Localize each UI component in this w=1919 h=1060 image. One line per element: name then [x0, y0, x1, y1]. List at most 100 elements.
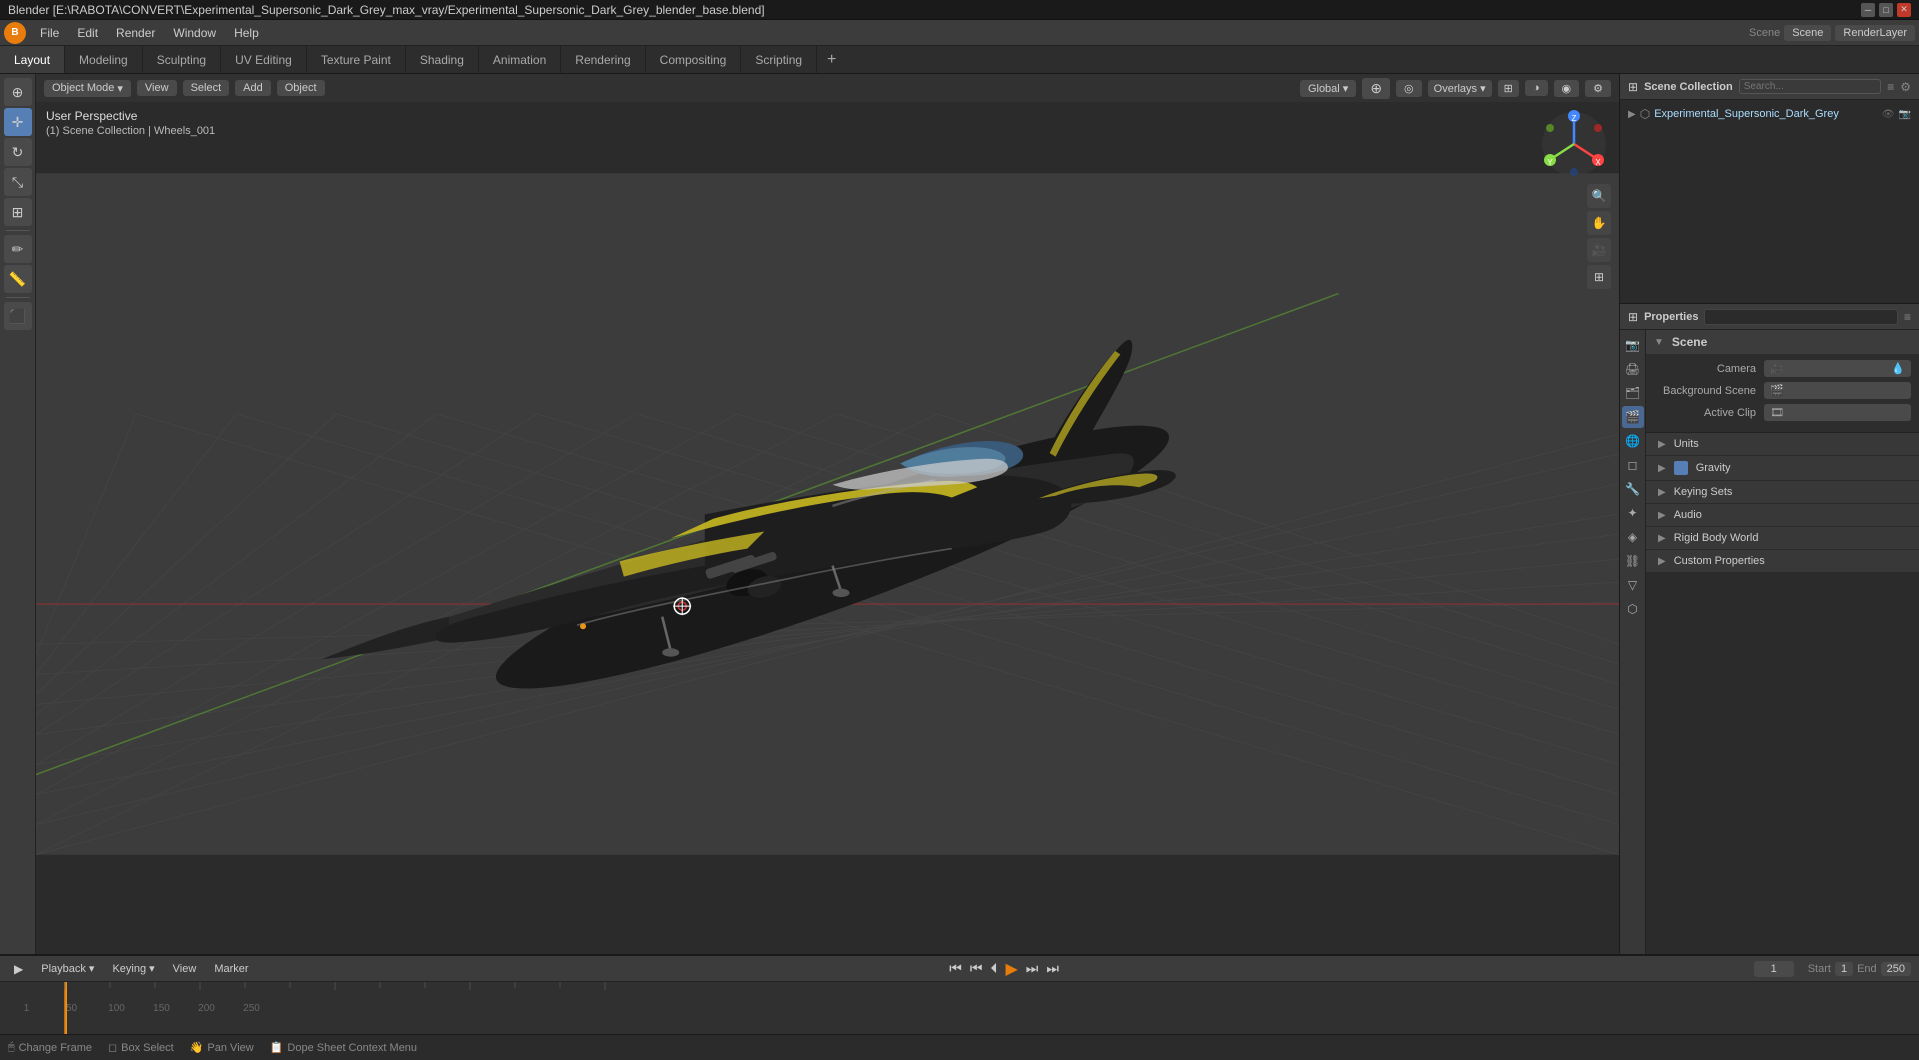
menu-help[interactable]: Help [226, 24, 267, 42]
prop-view-layer-icon[interactable]: 🗂 [1622, 382, 1644, 404]
visibility-icon[interactable]: 👁 [1882, 109, 1895, 120]
prop-constraints-icon[interactable]: ⛓ [1622, 550, 1644, 572]
tool-cursor[interactable]: ⊕ [4, 78, 32, 106]
outliner-options-icon[interactable]: ⚙ [1900, 80, 1911, 94]
overlay-toggle[interactable]: Overlays ▾ [1428, 80, 1492, 97]
play-back-btn[interactable]: ⏴ [988, 958, 999, 979]
select-menu-btn[interactable]: Select [183, 80, 230, 96]
scene-selector[interactable]: Scene [1784, 25, 1831, 41]
prop-object-icon[interactable]: ◻ [1622, 454, 1644, 476]
gizmo-toggle[interactable]: ⊞ [1498, 80, 1519, 97]
units-section[interactable]: ▶ Units [1646, 433, 1919, 456]
tab-layout[interactable]: Layout [0, 46, 65, 73]
orthographic-btn[interactable]: ⊞ [1587, 265, 1611, 289]
menu-window[interactable]: Window [165, 24, 224, 42]
custom-properties-section[interactable]: ▶ Custom Properties [1646, 550, 1919, 573]
view-menu-btn[interactable]: View [137, 80, 177, 96]
prop-render-icon[interactable]: 📷 [1622, 334, 1644, 356]
menu-render[interactable]: Render [108, 24, 163, 42]
tab-rendering[interactable]: Rendering [561, 46, 645, 73]
menu-file[interactable]: File [32, 24, 67, 42]
snap-btn[interactable]: ⊕ [1362, 78, 1390, 99]
tool-transform[interactable]: ⊞ [4, 198, 32, 226]
camera-btn[interactable]: 🎥 [1587, 238, 1611, 262]
pan-btn[interactable]: ✋ [1587, 211, 1611, 235]
properties-search-input[interactable] [1704, 309, 1898, 325]
maximize-btn[interactable]: □ [1879, 3, 1893, 17]
prop-modifier-icon[interactable]: 🔧 [1622, 478, 1644, 500]
proportional-btn[interactable]: ◎ [1396, 80, 1422, 97]
keying-btn[interactable]: Keying ▾ [106, 960, 160, 977]
custom-props-arrow: ▶ [1658, 556, 1666, 567]
shading-solid[interactable]: ◑ [1525, 80, 1548, 96]
prop-material-icon[interactable]: ⬡ [1622, 598, 1644, 620]
tab-uv-editing[interactable]: UV Editing [221, 46, 307, 73]
view-tl-btn[interactable]: View [167, 961, 203, 977]
tool-move[interactable]: ✛ [4, 108, 32, 136]
tool-add-cube[interactable]: ⬛ [4, 302, 32, 330]
start-frame[interactable]: 1 [1835, 962, 1853, 976]
nav-gizmo[interactable]: Z X Y [1539, 109, 1609, 179]
end-frame[interactable]: 250 [1881, 962, 1911, 976]
prev-frame-btn[interactable]: ⏮ [968, 958, 985, 979]
rigid-body-world-section[interactable]: ▶ Rigid Body World [1646, 527, 1919, 550]
tab-texture-paint[interactable]: Texture Paint [307, 46, 406, 73]
render-icon[interactable]: 📷 [1899, 109, 1911, 120]
object-mode-selector[interactable]: Object Mode ▾ [44, 80, 131, 97]
viewport-area[interactable]: Object Mode ▾ View Select Add Object Glo… [36, 74, 1619, 954]
camera-eyedropper[interactable]: 💧 [1891, 362, 1905, 375]
timeline-tracks[interactable]: 1 50 100 150 200 250 [0, 982, 1919, 1034]
prop-physics-icon[interactable]: ◈ [1622, 526, 1644, 548]
active-clip-value[interactable]: 🎞 [1764, 404, 1911, 421]
jump-end-btn[interactable]: ⏭ [1044, 958, 1061, 979]
global-selector[interactable]: Global ▾ [1300, 80, 1356, 97]
play-btn[interactable]: ▶ [1003, 957, 1019, 981]
next-frame-btn[interactable]: ⏭ [1024, 958, 1041, 979]
add-workspace-btn[interactable]: + [817, 46, 846, 73]
outliner-scene-collection[interactable]: ▶ ⬡ Experimental_Supersonic_Dark_Grey 👁 … [1620, 104, 1919, 124]
outliner-filter-icon[interactable]: ≡ [1887, 80, 1894, 94]
close-btn[interactable]: ✕ [1897, 3, 1911, 17]
gravity-section[interactable]: ▶ Gravity [1646, 456, 1919, 481]
tab-animation[interactable]: Animation [479, 46, 561, 73]
prop-world-icon[interactable]: 🌐 [1622, 430, 1644, 452]
timeline-mode-selector[interactable]: ▶ [8, 960, 29, 978]
tool-rotate[interactable]: ↻ [4, 138, 32, 166]
add-menu-btn[interactable]: Add [235, 80, 271, 96]
keying-sets-section[interactable]: ▶ Keying Sets [1646, 481, 1919, 504]
jump-start-btn[interactable]: ⏮ [947, 958, 964, 979]
window-controls[interactable]: ─ □ ✕ [1861, 3, 1911, 17]
svg-text:Z: Z [1572, 114, 1577, 123]
minimize-btn[interactable]: ─ [1861, 3, 1875, 17]
tab-shading[interactable]: Shading [406, 46, 479, 73]
properties-filter-icon[interactable]: ≡ [1904, 310, 1911, 324]
prop-scene-icon[interactable]: 🎬 [1622, 406, 1644, 428]
viewport-canvas[interactable] [36, 74, 1619, 954]
background-scene-value[interactable]: 🎬 [1764, 382, 1911, 399]
shading-settings[interactable]: ⚙ [1585, 80, 1611, 97]
current-frame-indicator[interactable]: 1 [1754, 961, 1794, 977]
shading-render[interactable]: ◉ [1554, 80, 1580, 97]
scene-section-header[interactable]: ▼ Scene [1646, 330, 1919, 354]
renderlayer-selector[interactable]: RenderLayer [1835, 25, 1915, 41]
tab-compositing[interactable]: Compositing [646, 46, 742, 73]
tab-modeling[interactable]: Modeling [65, 46, 143, 73]
object-menu-btn[interactable]: Object [277, 80, 325, 96]
camera-value[interactable]: 🎥 💧 [1764, 360, 1911, 377]
prop-output-icon[interactable]: 🖨 [1622, 358, 1644, 380]
playback-btn[interactable]: Playback ▾ [35, 960, 100, 977]
audio-section[interactable]: ▶ Audio [1646, 504, 1919, 527]
prop-particles-icon[interactable]: ✦ [1622, 502, 1644, 524]
zoom-in-btn[interactable]: 🔍 [1587, 184, 1611, 208]
menu-edit[interactable]: Edit [69, 24, 106, 42]
timeline-scrubber[interactable] [65, 982, 67, 1034]
tool-scale[interactable]: ⤡ [4, 168, 32, 196]
prop-data-icon[interactable]: ▽ [1622, 574, 1644, 596]
tab-sculpting[interactable]: Sculpting [143, 46, 221, 73]
outliner-search[interactable] [1739, 79, 1882, 94]
marker-btn[interactable]: Marker [208, 961, 254, 977]
tool-annotate[interactable]: ✏ [4, 235, 32, 263]
tool-measure[interactable]: 📏 [4, 265, 32, 293]
tab-scripting[interactable]: Scripting [741, 46, 817, 73]
gravity-checkbox[interactable] [1674, 461, 1688, 475]
